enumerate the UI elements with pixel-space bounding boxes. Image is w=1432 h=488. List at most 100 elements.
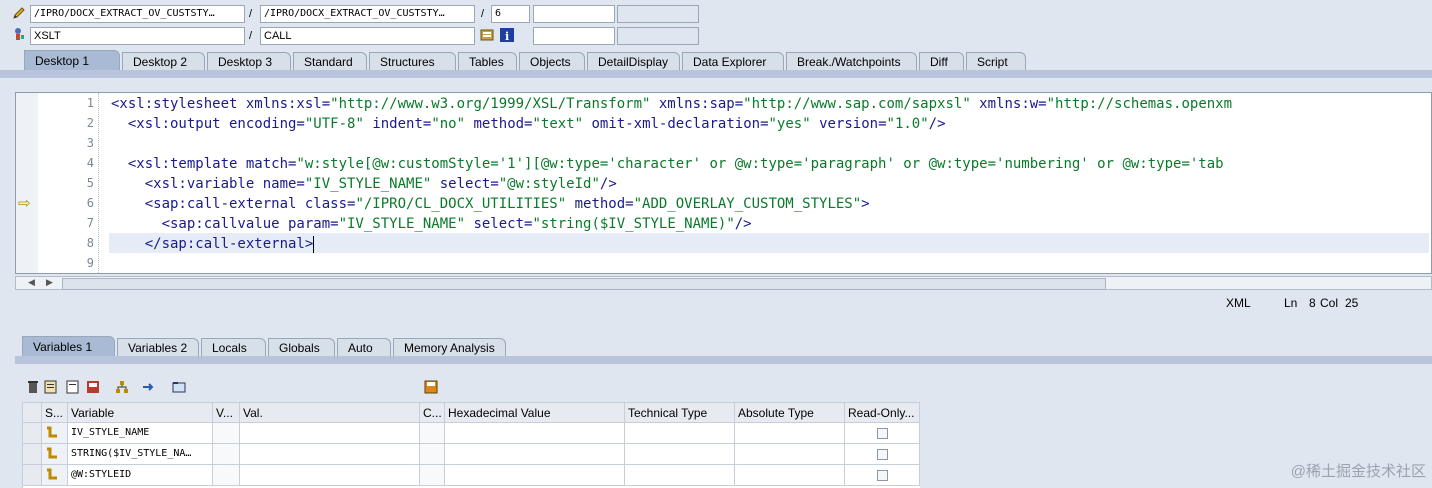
tab-variables-6[interactable]: Memory Analysis bbox=[393, 338, 506, 356]
row-selector-header[interactable] bbox=[23, 403, 42, 423]
variable-name-cell[interactable]: STRING($IV_STYLE_NA… bbox=[68, 444, 213, 465]
ln-value: 8 bbox=[1309, 296, 1316, 310]
tab-desktop-3[interactable]: Desktop 3 bbox=[207, 52, 291, 70]
layout-icon[interactable] bbox=[66, 380, 80, 394]
value-cell[interactable] bbox=[625, 423, 735, 444]
tab-desktop-7[interactable]: Objects bbox=[519, 52, 585, 70]
row-selector[interactable] bbox=[23, 423, 42, 444]
value-cell[interactable] bbox=[420, 423, 445, 444]
column-header[interactable]: Hexadecimal Value bbox=[445, 403, 625, 423]
value-cell[interactable] bbox=[445, 465, 625, 486]
value-cell[interactable] bbox=[420, 465, 445, 486]
tab-variables-1[interactable]: Variables 1 bbox=[22, 336, 115, 356]
save-variant-icon[interactable] bbox=[86, 380, 100, 394]
tab-desktop-1[interactable]: Desktop 1 bbox=[24, 50, 120, 70]
tab-desktop-12[interactable]: Script bbox=[966, 52, 1026, 70]
delete-icon[interactable] bbox=[26, 380, 40, 394]
tab-desktop-6[interactable]: Tables bbox=[458, 52, 517, 70]
info-icon[interactable]: i bbox=[500, 28, 514, 43]
type-field[interactable]: XSLT bbox=[30, 27, 245, 45]
value-cell[interactable] bbox=[625, 444, 735, 465]
tab-desktop-5[interactable]: Structures bbox=[369, 52, 456, 70]
include-field[interactable]: /IPRO/DOCX_EXTRACT_OV_CUSTSTY… bbox=[260, 5, 475, 23]
empty-field-4 bbox=[617, 27, 699, 45]
read-only-cell bbox=[845, 465, 920, 486]
code-editor[interactable]: ⇨ 1 2 3 4 5 6 7 8 9 <xsl:stylesheet xmlns:xsl="h… bbox=[15, 92, 1432, 274]
code-line-4: <xsl:template match="w:style[@w:customSt… bbox=[111, 156, 1224, 172]
hierarchy-icon[interactable] bbox=[115, 380, 129, 394]
column-header[interactable]: C... bbox=[420, 403, 445, 423]
value-cell[interactable] bbox=[240, 423, 420, 444]
read-only-checkbox[interactable] bbox=[877, 470, 888, 481]
edit-pencil-icon[interactable] bbox=[12, 6, 26, 20]
column-header[interactable]: Val. bbox=[240, 403, 420, 423]
tab-desktop-11[interactable]: Diff bbox=[919, 52, 964, 70]
value-cell[interactable] bbox=[735, 444, 845, 465]
value-cell[interactable] bbox=[240, 465, 420, 486]
value-cell[interactable] bbox=[420, 444, 445, 465]
line-number: 3 bbox=[86, 136, 94, 150]
row-selector[interactable] bbox=[23, 444, 42, 465]
empty-field-1[interactable] bbox=[533, 5, 615, 23]
tab-variables-3[interactable]: Locals bbox=[201, 338, 266, 356]
navigate-icon[interactable] bbox=[142, 380, 156, 394]
col-value: 25 bbox=[1345, 296, 1359, 310]
ln-label: Ln bbox=[1284, 296, 1298, 310]
line-number: 5 bbox=[86, 176, 94, 190]
read-only-checkbox[interactable] bbox=[877, 428, 888, 439]
line-number: 4 bbox=[86, 156, 94, 170]
current-line-arrow-icon: ⇨ bbox=[18, 195, 31, 212]
program-field[interactable]: /IPRO/DOCX_EXTRACT_OV_CUSTSTY… bbox=[30, 5, 245, 23]
column-header[interactable]: Absolute Type bbox=[735, 403, 845, 423]
event-field[interactable]: CALL bbox=[260, 27, 475, 45]
scroll-thumb[interactable] bbox=[62, 278, 1106, 290]
tab-variables-2[interactable]: Variables 2 bbox=[117, 338, 199, 356]
svg-text:i: i bbox=[505, 30, 509, 42]
read-only-checkbox[interactable] bbox=[877, 449, 888, 460]
save-icon[interactable] bbox=[424, 380, 438, 394]
watermark: @稀土掘金技术社区 bbox=[1290, 463, 1426, 480]
row-selector[interactable] bbox=[23, 465, 42, 486]
variable-name-cell[interactable]: IV_STYLE_NAME bbox=[68, 423, 213, 444]
variables-table: S... Variable V... Val. C... Hexadecimal Valu… bbox=[22, 402, 920, 488]
tab-variables-4[interactable]: Globals bbox=[268, 338, 335, 356]
editor-hscrollbar[interactable]: ◀ ▶ bbox=[15, 276, 1432, 290]
code-line-8: </sap:call-external> bbox=[111, 235, 315, 253]
detail-view-icon[interactable] bbox=[44, 380, 58, 394]
display-object-icon[interactable] bbox=[480, 28, 494, 42]
line-number: 2 bbox=[86, 116, 94, 130]
separator: / bbox=[249, 30, 253, 42]
scroll-left-icon[interactable]: ◀ bbox=[28, 277, 35, 288]
column-header[interactable]: V... bbox=[213, 403, 240, 423]
tab-desktop-2[interactable]: Desktop 2 bbox=[122, 52, 205, 70]
code-line-7: <sap:callvalue param="IV_STYLE_NAME" sel… bbox=[111, 216, 752, 232]
value-cell[interactable] bbox=[213, 423, 240, 444]
column-header[interactable]: Read-Only... bbox=[845, 403, 920, 423]
code-line-2: <xsl:output encoding="UTF-8" indent="no"… bbox=[111, 116, 946, 132]
variable-name-cell[interactable]: @W:STYLEID bbox=[68, 465, 213, 486]
value-cell[interactable] bbox=[213, 444, 240, 465]
tab-desktop-9[interactable]: Data Explorer bbox=[682, 52, 784, 70]
value-cell[interactable] bbox=[625, 465, 735, 486]
value-cell[interactable] bbox=[445, 423, 625, 444]
value-cell[interactable] bbox=[213, 465, 240, 486]
column-header[interactable]: Variable bbox=[68, 403, 213, 423]
code-line-5: <xsl:variable name="IV_STYLE_NAME" selec… bbox=[111, 176, 617, 192]
empty-field-3[interactable] bbox=[533, 27, 615, 45]
tab-desktop-4[interactable]: Standard bbox=[293, 52, 367, 70]
tab-desktop-10[interactable]: Break./Watchpoints bbox=[786, 52, 917, 70]
tab-strip bbox=[0, 70, 1432, 78]
value-cell[interactable] bbox=[240, 444, 420, 465]
value-cell[interactable] bbox=[735, 423, 845, 444]
line-number-field[interactable]: 6 bbox=[491, 5, 530, 23]
scroll-right-icon[interactable]: ▶ bbox=[46, 277, 53, 288]
value-cell[interactable] bbox=[445, 444, 625, 465]
text-cursor bbox=[313, 235, 315, 253]
folder-icon[interactable] bbox=[172, 380, 186, 394]
value-cell[interactable] bbox=[735, 465, 845, 486]
tab-desktop-8[interactable]: DetailDisplay bbox=[587, 52, 680, 70]
column-header[interactable]: Technical Type bbox=[625, 403, 735, 423]
tab-variables-5[interactable]: Auto bbox=[337, 338, 391, 356]
column-header[interactable]: S... bbox=[42, 403, 68, 423]
separator: / bbox=[249, 8, 253, 20]
